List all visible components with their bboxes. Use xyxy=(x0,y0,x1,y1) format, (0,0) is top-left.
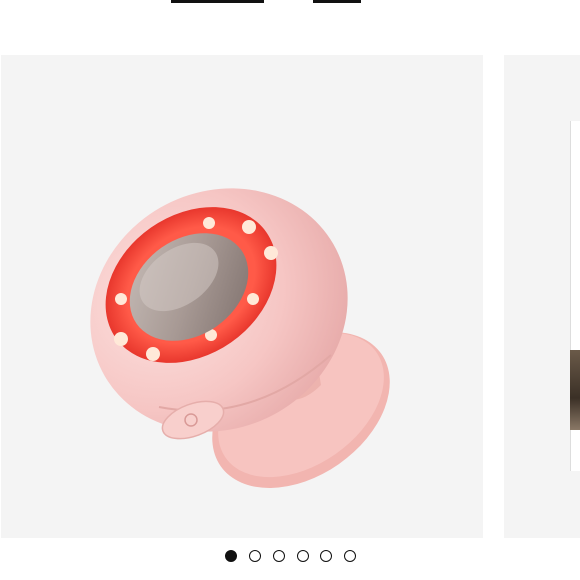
carousel-dot-4[interactable] xyxy=(297,550,309,562)
carousel-dot-3[interactable] xyxy=(273,550,285,562)
carousel-dot-2[interactable] xyxy=(249,550,261,562)
carousel-pagination xyxy=(0,550,580,564)
carousel-dot-1[interactable] xyxy=(225,550,237,562)
product-image-slide[interactable] xyxy=(1,55,483,538)
led-facial-device-image xyxy=(90,188,390,488)
top-tab-indicator-1[interactable] xyxy=(171,0,264,3)
carousel-dot-5[interactable] xyxy=(320,550,332,562)
top-tab-indicator-2[interactable] xyxy=(313,0,361,3)
carousel-dot-6[interactable] xyxy=(344,550,356,562)
next-slide-preview[interactable] xyxy=(504,55,580,538)
next-slide-image-detail xyxy=(570,350,580,430)
